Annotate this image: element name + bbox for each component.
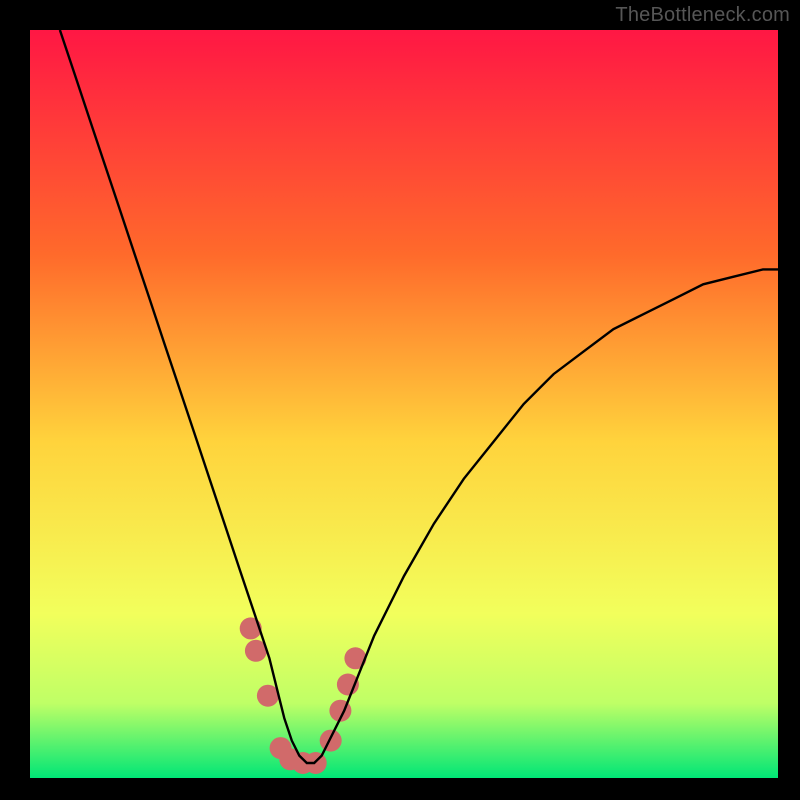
data-marker: [320, 730, 342, 752]
bottleneck-chart: [0, 0, 800, 800]
plot-background: [30, 30, 778, 778]
chart-container: { "watermark": "TheBottleneck.com", "cha…: [0, 0, 800, 800]
watermark-text: TheBottleneck.com: [615, 4, 790, 27]
